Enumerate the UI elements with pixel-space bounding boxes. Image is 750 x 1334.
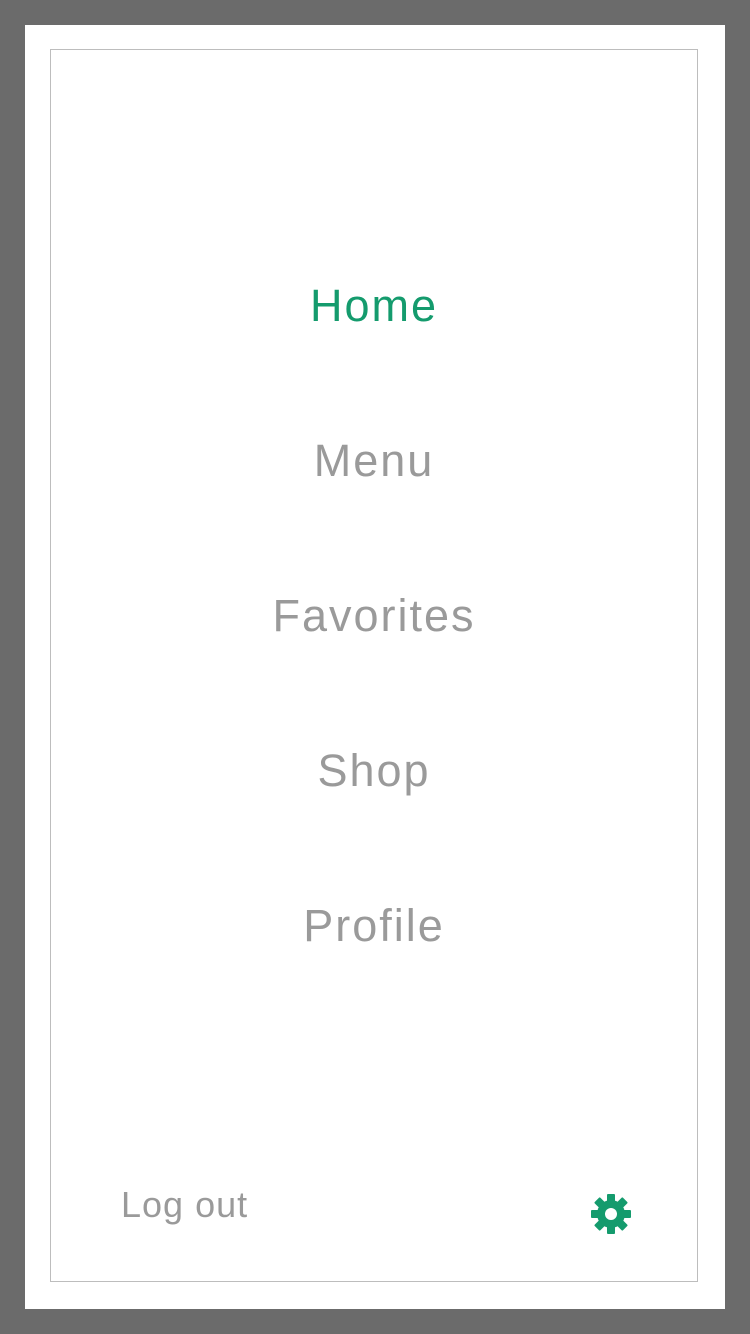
nav-item-shop[interactable]: Shop bbox=[51, 741, 697, 801]
nav-item-profile[interactable]: Profile bbox=[51, 896, 697, 956]
gear-icon bbox=[591, 1194, 631, 1234]
main-navigation: Home Menu Favorites Shop Profile bbox=[51, 50, 697, 1281]
side-menu-panel: Home Menu Favorites Shop Profile Log out bbox=[50, 49, 698, 1282]
settings-button[interactable] bbox=[589, 1192, 633, 1236]
app-frame: Home Menu Favorites Shop Profile Log out bbox=[25, 25, 725, 1309]
nav-item-menu[interactable]: Menu bbox=[51, 431, 697, 491]
nav-item-favorites[interactable]: Favorites bbox=[51, 586, 697, 646]
logout-button[interactable]: Log out bbox=[121, 1180, 248, 1230]
nav-item-home[interactable]: Home bbox=[51, 276, 697, 336]
